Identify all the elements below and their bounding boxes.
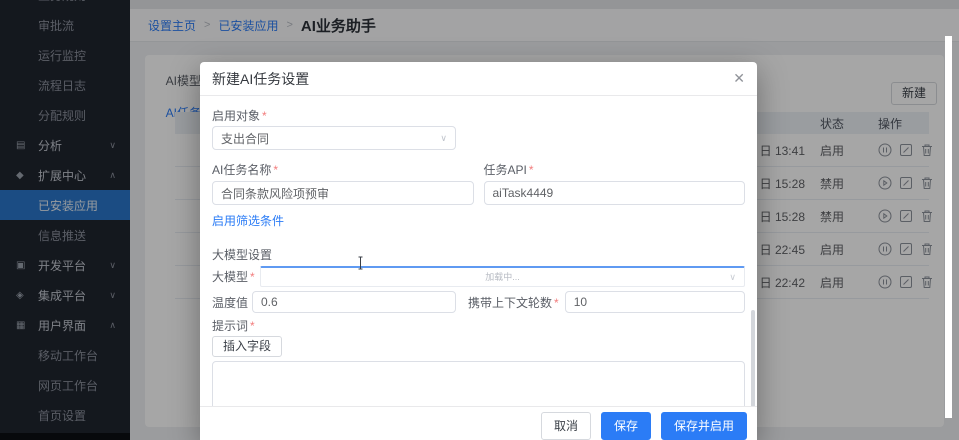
- required-asterisk: *: [554, 296, 559, 310]
- required-asterisk: *: [250, 319, 255, 333]
- enable-filter-link[interactable]: 启用筛选条件: [212, 212, 745, 229]
- chevron-down-icon: ∨: [729, 272, 736, 283]
- required-asterisk: *: [529, 163, 534, 177]
- page-scrollbar[interactable]: [945, 36, 952, 418]
- model-select-placeholder: 加载中...: [485, 270, 520, 283]
- save-and-enable-button[interactable]: 保存并启用: [661, 412, 747, 440]
- dialog-scrollbar[interactable]: [751, 310, 755, 406]
- task-name-input[interactable]: [212, 181, 474, 205]
- model-label: 大模型*: [212, 268, 260, 285]
- task-api-label: 任务API*: [484, 161, 746, 178]
- save-button[interactable]: 保存: [601, 412, 651, 440]
- insert-field-button[interactable]: 插入字段: [212, 336, 282, 357]
- text-cursor: [356, 256, 365, 270]
- temperature-label: 温度值: [212, 294, 252, 311]
- enable-target-label: 启用对象*: [212, 107, 745, 124]
- model-select[interactable]: 加载中... ∨: [260, 266, 745, 287]
- chevron-down-icon: ∨: [440, 133, 447, 144]
- prompt-textarea[interactable]: [212, 361, 745, 406]
- required-asterisk: *: [262, 109, 267, 123]
- cancel-button[interactable]: 取消: [541, 412, 591, 440]
- required-asterisk: *: [273, 163, 278, 177]
- task-name-label: AI任务名称*: [212, 161, 474, 178]
- dialog-footer: 取消 保存 保存并启用: [200, 406, 757, 440]
- context-rounds-label: 携带上下文轮数*: [468, 294, 559, 311]
- required-asterisk: *: [250, 270, 255, 284]
- dialog-body: 启用对象* 支出合同 ∨ AI任务名称* 任务API*: [200, 96, 757, 406]
- model-settings-section-label: 大模型设置: [212, 246, 745, 263]
- dialog-header: 新建AI任务设置 ✕: [200, 62, 757, 96]
- context-rounds-input[interactable]: [565, 291, 745, 313]
- app-window: 业务规则 审批流 运行监控 流程日志 分配规则 ▤ 分析 ∨ ◆ 扩展中心 ∧ …: [0, 0, 959, 440]
- temperature-input[interactable]: [252, 291, 456, 313]
- enable-target-value: 支出合同: [221, 130, 269, 147]
- dialog-title: 新建AI任务设置: [212, 69, 309, 89]
- close-icon[interactable]: ✕: [733, 70, 745, 87]
- new-ai-task-dialog: 新建AI任务设置 ✕ 启用对象* 支出合同 ∨ AI任务名称*: [200, 62, 757, 440]
- task-api-input[interactable]: [484, 181, 746, 205]
- enable-target-select[interactable]: 支出合同 ∨: [212, 126, 456, 150]
- prompt-label: 提示词*: [212, 317, 745, 334]
